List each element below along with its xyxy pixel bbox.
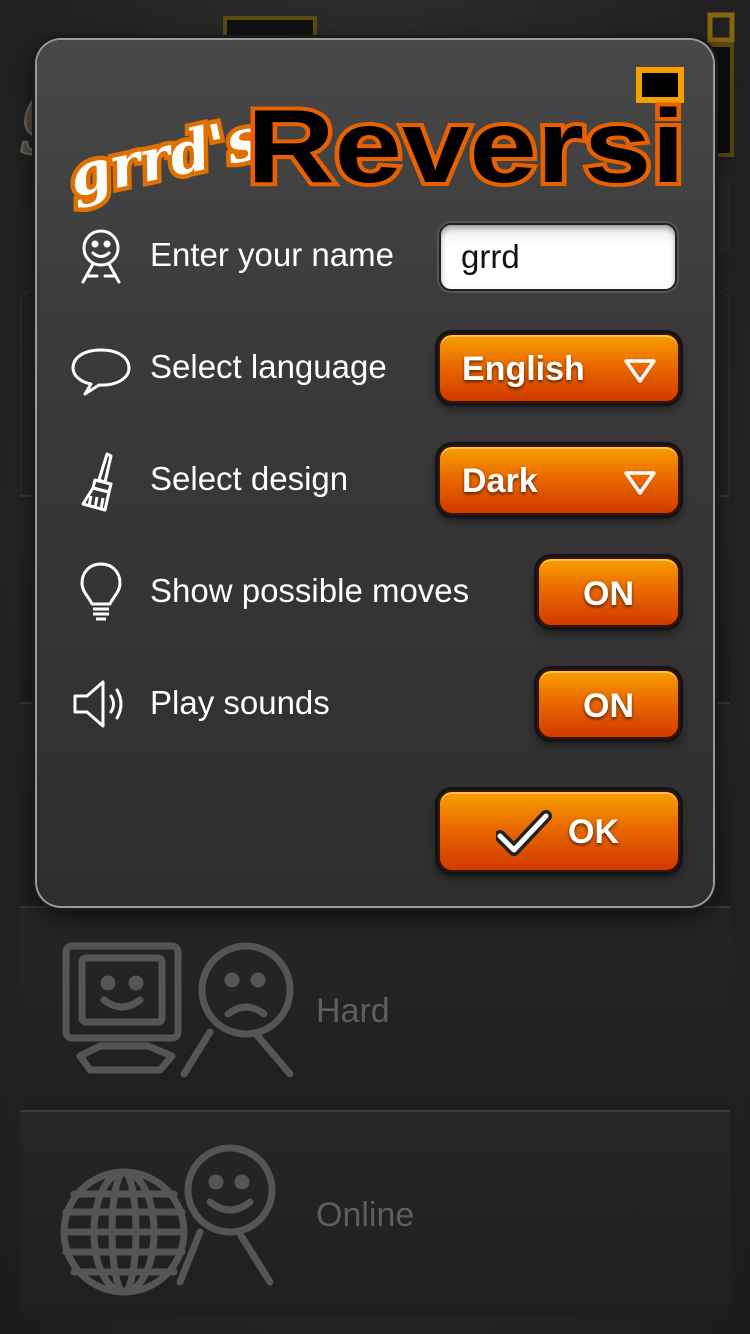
dropdown-arrow-icon [624,471,656,495]
language-label: Select language [150,348,387,385]
name-input[interactable] [439,223,677,291]
possible-moves-toggle[interactable]: ON [537,557,680,627]
dropdown-arrow-icon [624,359,656,383]
language-select[interactable]: English [438,333,680,403]
language-selected-value: English [462,350,585,388]
sounds-toggle[interactable]: ON [537,669,680,739]
menu-item-hard[interactable]: Hard [20,906,730,1113]
speech-bubble-icon [71,348,131,396]
logo-graphic: grrd's Reversi [59,67,689,215]
app-logo: grrd's Reversi [57,62,697,215]
sounds-label: Play sounds [150,684,330,721]
logo-main: Reversi [247,89,685,205]
design-select[interactable]: Dark [438,445,680,515]
lightbulb-icon [80,562,122,621]
design-label: Select design [150,460,349,497]
possible-moves-label: Show possible moves [150,572,470,609]
globe-person-icon [60,1144,276,1296]
menu-item-label: Online [316,1196,415,1234]
settings-dialog: grrd's Reversi Enter your name Select la… [37,40,713,906]
ok-button[interactable]: OK [438,790,680,872]
menu-item-online[interactable]: Online [20,1110,730,1317]
ok-label: OK [568,813,619,851]
design-selected-value: Dark [462,462,538,500]
name-label: Enter your name [150,236,394,273]
smiley-person-icon [81,229,121,284]
menu-item-label: Hard [316,992,390,1030]
logo-prefix: grrd's [63,104,266,211]
checkmark-icon [496,810,552,856]
speaker-icon [73,680,123,728]
paintbrush-icon [81,452,113,512]
computer-vs-sad-face-icon [62,942,294,1078]
